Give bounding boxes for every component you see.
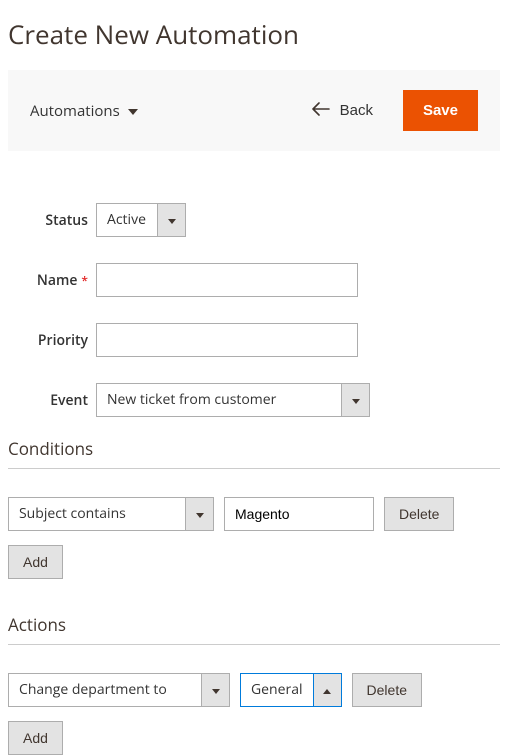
action-delete-button[interactable]: Delete bbox=[352, 673, 422, 707]
caret-down-icon bbox=[195, 503, 205, 525]
condition-type-handle[interactable] bbox=[186, 497, 214, 531]
action-type-handle[interactable] bbox=[202, 673, 230, 707]
priority-input[interactable] bbox=[96, 323, 358, 357]
condition-delete-button[interactable]: Delete bbox=[384, 497, 454, 531]
caret-up-icon bbox=[322, 679, 332, 701]
action-value-handle[interactable] bbox=[314, 673, 342, 707]
status-value: Active bbox=[96, 203, 158, 237]
action-type-value: Change department to bbox=[8, 673, 202, 707]
action-row: Change department to General Delete bbox=[8, 673, 500, 707]
name-input[interactable] bbox=[96, 263, 358, 297]
event-row: Event New ticket from customer bbox=[8, 383, 500, 417]
name-row: Name bbox=[8, 263, 500, 297]
caret-down-icon bbox=[167, 209, 177, 231]
name-label: Name bbox=[8, 271, 96, 290]
priority-row: Priority bbox=[8, 323, 500, 357]
action-value-select[interactable]: General bbox=[240, 673, 342, 707]
back-button[interactable]: Back bbox=[304, 96, 381, 126]
event-value: New ticket from customer bbox=[96, 383, 342, 417]
save-button[interactable]: Save bbox=[403, 90, 478, 131]
status-select[interactable]: Active bbox=[96, 203, 186, 237]
action-add-button[interactable]: Add bbox=[8, 721, 63, 755]
status-handle[interactable] bbox=[158, 203, 186, 237]
event-label: Event bbox=[8, 391, 96, 410]
status-row: Status Active bbox=[8, 203, 500, 237]
condition-row: Subject contains Delete bbox=[8, 497, 500, 531]
caret-down-icon bbox=[128, 100, 138, 122]
priority-label: Priority bbox=[8, 331, 96, 350]
page-title: Create New Automation bbox=[8, 16, 500, 52]
conditions-heading: Conditions bbox=[8, 437, 500, 469]
action-type-select[interactable]: Change department to bbox=[8, 673, 230, 707]
condition-type-value: Subject contains bbox=[8, 497, 186, 531]
automations-menu-label: Automations bbox=[30, 101, 120, 121]
status-label: Status bbox=[8, 211, 96, 230]
action-value: General bbox=[240, 673, 314, 707]
automations-menu[interactable]: Automations bbox=[30, 100, 138, 122]
caret-down-icon bbox=[211, 679, 221, 701]
back-label: Back bbox=[340, 102, 373, 119]
condition-type-select[interactable]: Subject contains bbox=[8, 497, 214, 531]
event-select[interactable]: New ticket from customer bbox=[96, 383, 370, 417]
caret-down-icon bbox=[351, 389, 361, 411]
condition-add-button[interactable]: Add bbox=[8, 545, 63, 579]
toolbar: Automations Back Save bbox=[8, 70, 500, 151]
arrow-left-icon bbox=[312, 102, 330, 120]
event-handle[interactable] bbox=[342, 383, 370, 417]
condition-value-input[interactable] bbox=[224, 497, 374, 531]
actions-heading: Actions bbox=[8, 613, 500, 645]
